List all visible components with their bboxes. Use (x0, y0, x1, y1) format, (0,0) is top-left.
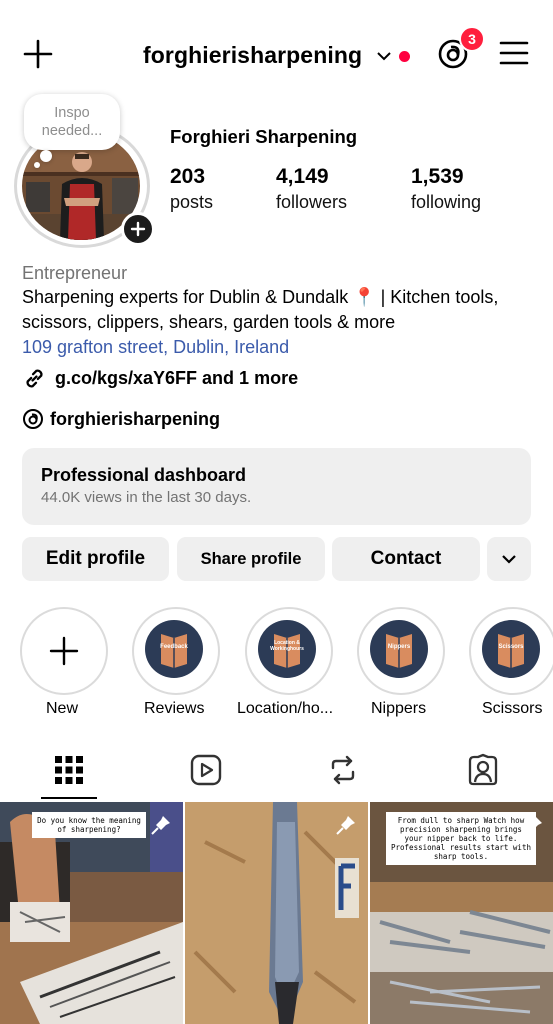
profile-category: Entrepreneur (22, 263, 128, 283)
chevron-down-icon[interactable] (376, 50, 392, 62)
highlight-cover-text: Scissors (498, 644, 524, 650)
top-bar: forghierisharpening 3 (0, 26, 553, 84)
highlight-location[interactable]: Location & Workinghours Location/ho... (237, 607, 333, 723)
following-stat[interactable]: 1,539 following (411, 164, 481, 214)
highlight-cover: Feedback (145, 620, 203, 678)
pin-icon (336, 816, 355, 835)
highlight-label: Nippers (371, 700, 427, 717)
note-tail (40, 150, 52, 162)
highlight-scissors[interactable]: Scissors Scissors (469, 607, 553, 723)
highlight-cover: Nippers (370, 620, 428, 678)
threads-handle[interactable]: forghierisharpening (50, 407, 220, 432)
highlight-label: Reviews (144, 700, 205, 717)
highlight-label: Location/ho... (237, 700, 334, 717)
tagged-icon[interactable] (466, 753, 500, 787)
notification-badge: 3 (459, 26, 485, 52)
following-count: 1,539 (411, 165, 464, 188)
highlight-cover: Scissors (482, 620, 540, 678)
grid-icon[interactable] (52, 753, 86, 787)
highlight-cover: Location & Workinghours (258, 620, 316, 678)
followers-label: followers (276, 192, 348, 212)
reposts-icon[interactable] (326, 753, 360, 787)
add-story-button[interactable] (121, 212, 155, 246)
highlight-cover-text: Nippers (387, 644, 411, 650)
bio-text: Sharpening experts for Dublin & Dundalk … (22, 287, 499, 332)
post-caption: Do you know the meaning of sharpening? (32, 812, 146, 838)
profile-note[interactable]: Inspo needed... (24, 94, 120, 150)
post-thumbnail[interactable] (185, 802, 368, 1024)
followers-stat[interactable]: 4,149 followers (276, 164, 347, 214)
posts-count: 203 (170, 165, 206, 188)
plus-icon (130, 221, 146, 237)
note-tail (34, 162, 40, 168)
reels-icon[interactable] (189, 753, 223, 787)
posts-label: posts (170, 192, 214, 212)
highlight-reviews[interactable]: Feedback Reviews (132, 607, 220, 723)
dashboard-title: Professional dashboard (41, 465, 247, 485)
share-profile-button[interactable]: Share profile (177, 537, 325, 581)
link-icon (26, 369, 43, 388)
following-label: following (411, 192, 482, 212)
post-thumbnail[interactable]: From dull to sharp Watch how precision s… (370, 802, 553, 1024)
chevron-down-icon (502, 555, 516, 564)
highlight-label: Scissors (482, 700, 543, 717)
suggested-people-button[interactable] (487, 537, 531, 581)
highlight-nippers[interactable]: Nippers Nippers (357, 607, 445, 723)
highlight-cover-text: Location & Workinghours (270, 640, 304, 652)
contact-button[interactable]: Contact (332, 537, 480, 581)
active-tab-indicator (41, 797, 97, 799)
dashboard-subtitle: 44.0K views in the last 30 days. (41, 489, 252, 506)
plus-icon (49, 636, 79, 666)
plus-icon[interactable] (22, 38, 54, 70)
post-caption: From dull to sharp Watch how precision s… (386, 812, 536, 865)
highlight-cover-text: Feedback (160, 644, 188, 650)
pin-icon (523, 816, 542, 835)
address-link[interactable]: 109 grafton street, Dublin, Ireland (22, 335, 542, 360)
followers-count: 4,149 (276, 165, 329, 188)
account-username[interactable]: forghierisharpening (143, 42, 362, 69)
external-link-text[interactable]: g.co/kgs/xaY6FF and 1 more (55, 366, 298, 391)
notification-dot (399, 51, 410, 62)
professional-dashboard[interactable]: Professional dashboard 44.0K views in th… (22, 448, 531, 525)
note-text: Inspo needed... (41, 105, 103, 139)
post-thumbnail[interactable]: Do you know the meaning of sharpening? (0, 802, 183, 1024)
pin-icon (151, 816, 170, 835)
hamburger-menu-icon[interactable] (499, 40, 529, 66)
highlight-label: New (46, 700, 79, 717)
highlight-new[interactable]: New (20, 607, 108, 723)
threads-icon (23, 409, 43, 429)
posts-stat[interactable]: 203 posts (170, 164, 213, 214)
edit-profile-button[interactable]: Edit profile (22, 537, 169, 581)
profile-full-name: Forghieri Sharpening (170, 126, 358, 147)
